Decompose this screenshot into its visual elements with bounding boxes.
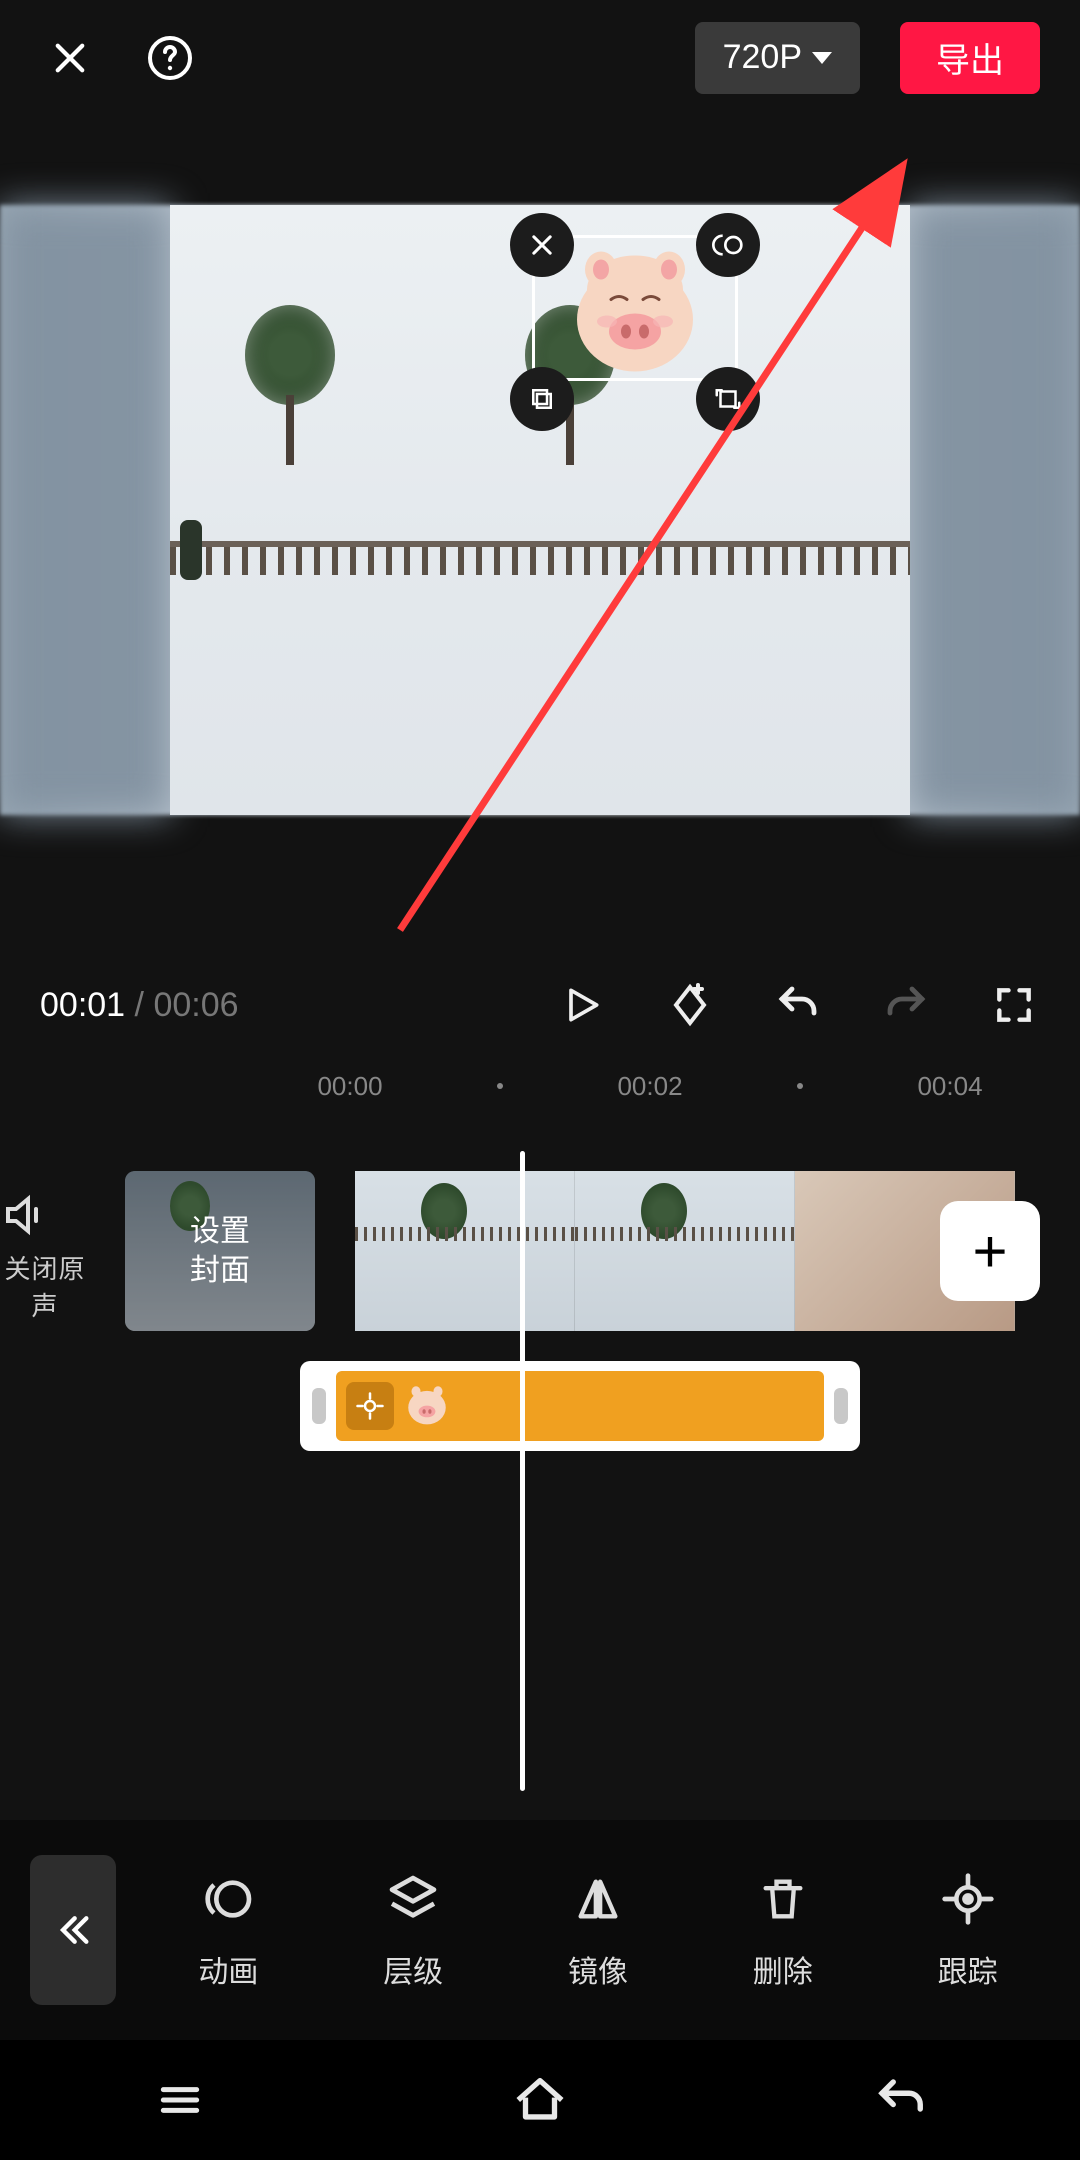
- nav-home-button[interactable]: [500, 2060, 580, 2140]
- nav-back-button[interactable]: [860, 2060, 940, 2140]
- layer-icon: [383, 1869, 443, 1929]
- help-button[interactable]: [140, 28, 200, 88]
- keyframe-button[interactable]: [664, 979, 716, 1031]
- clip-thumb[interactable]: [575, 1171, 795, 1331]
- playback-bar: 00:01 / 00:06: [0, 955, 1080, 1055]
- tool-delete[interactable]: 删除: [753, 1869, 813, 1991]
- add-clip-button[interactable]: +: [940, 1201, 1040, 1301]
- sticker-track-clip[interactable]: [300, 1361, 860, 1451]
- undo-button[interactable]: [772, 979, 824, 1031]
- fullscreen-button[interactable]: [988, 979, 1040, 1031]
- timeline[interactable]: 00:00 00:02 00:04 关闭原声 设置 封面 +: [0, 1055, 1080, 1820]
- toolbar-back-button[interactable]: [30, 1855, 116, 2005]
- top-bar: 720P 导出: [0, 0, 1080, 115]
- video-canvas[interactable]: [170, 205, 910, 815]
- time-display: 00:01 / 00:06: [40, 986, 239, 1025]
- export-button[interactable]: 导出: [900, 22, 1040, 94]
- resolution-label: 720P: [723, 38, 802, 77]
- mirror-icon: [568, 1869, 628, 1929]
- preview-area[interactable]: [0, 205, 1080, 815]
- tool-track[interactable]: 跟踪: [938, 1869, 998, 1991]
- system-nav-bar: [0, 2040, 1080, 2160]
- sticker-rotate-button[interactable]: [696, 367, 760, 431]
- close-button[interactable]: [40, 28, 100, 88]
- resolution-dropdown[interactable]: 720P: [695, 22, 860, 94]
- set-cover-button[interactable]: 设置 封面: [125, 1171, 315, 1331]
- pig-sticker-thumb: [404, 1385, 450, 1427]
- playhead[interactable]: [520, 1151, 525, 1791]
- tool-layer[interactable]: 层级: [383, 1869, 443, 1991]
- pig-sticker[interactable]: [565, 250, 705, 380]
- bottom-toolbar: 动画 层级 镜像 删除: [0, 1820, 1080, 2040]
- total-time: 00:06: [153, 986, 238, 1024]
- track-target-icon: [346, 1382, 394, 1430]
- clip-left-handle[interactable]: [312, 1388, 326, 1424]
- target-icon: [938, 1869, 998, 1929]
- sticker-mirror-button[interactable]: [696, 213, 760, 277]
- redo-button[interactable]: [880, 979, 932, 1031]
- play-button[interactable]: [556, 979, 608, 1031]
- current-time: 00:01: [40, 986, 125, 1024]
- tool-mirror[interactable]: 镜像: [568, 1869, 628, 1991]
- sticker-clip-body[interactable]: [336, 1371, 824, 1441]
- trash-icon: [753, 1869, 813, 1929]
- mute-audio-toggle[interactable]: 关闭原声: [0, 1191, 90, 1323]
- time-ruler[interactable]: 00:00 00:02 00:04: [0, 1061, 1080, 1111]
- clip-right-handle[interactable]: [834, 1388, 848, 1424]
- tool-animation[interactable]: 动画: [198, 1869, 258, 1991]
- chevron-down-icon: [812, 52, 832, 64]
- sticker-selection[interactable]: [510, 213, 760, 403]
- animation-icon: [198, 1869, 258, 1929]
- clip-thumb[interactable]: [355, 1171, 575, 1331]
- nav-recent-button[interactable]: [140, 2060, 220, 2140]
